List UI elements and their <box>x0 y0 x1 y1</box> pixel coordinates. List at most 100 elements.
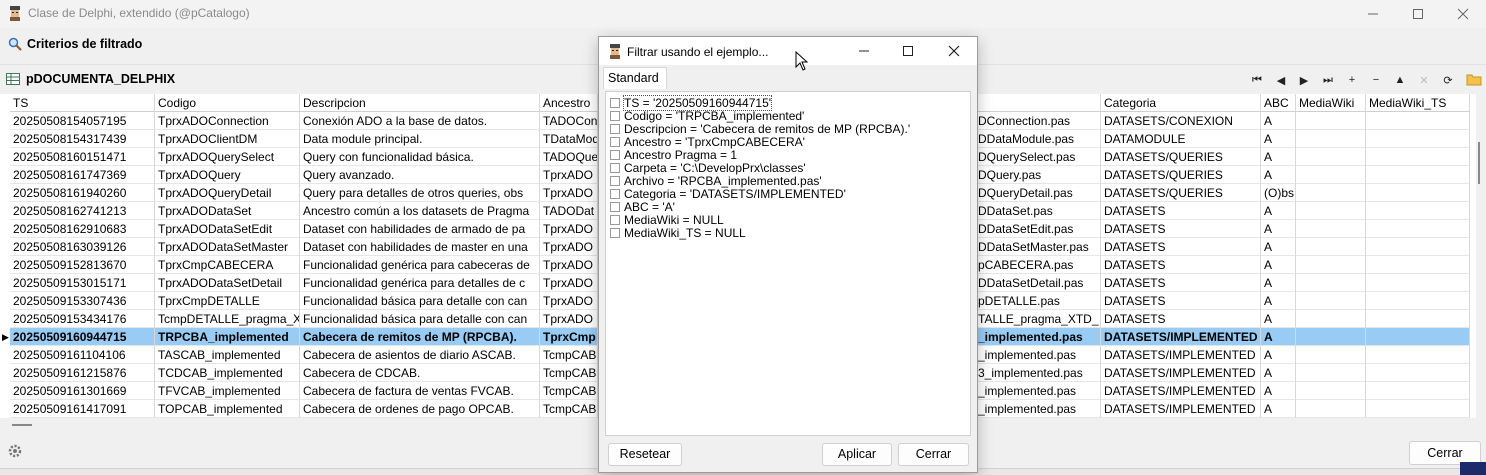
column-header[interactable]: Categoria <box>1101 94 1261 112</box>
table-cell[interactable] <box>1296 364 1366 382</box>
table-cell[interactable]: TprxCmpCABECERA <box>155 256 300 274</box>
condition-checkbox[interactable] <box>610 150 620 160</box>
table-cell[interactable]: A <box>1261 238 1296 256</box>
table-cell[interactable]: DATASETS/CONEXION <box>1101 112 1261 130</box>
dialog-cerrar-button[interactable]: Cerrar <box>898 443 969 466</box>
table-cell[interactable]: DATASETS <box>1101 238 1261 256</box>
table-cell[interactable]: TALLE_pragma_XTD_ <box>975 310 1101 328</box>
table-cell[interactable]: DATASETS/IMPLEMENTED <box>1101 364 1261 382</box>
table-cell[interactable]: DATASETS <box>1101 274 1261 292</box>
condition-checkbox[interactable] <box>610 137 620 147</box>
table-cell[interactable] <box>1296 148 1366 166</box>
table-cell[interactable]: _implemented.pas <box>975 346 1101 364</box>
dialog-close-button[interactable] <box>932 37 976 65</box>
table-cell[interactable]: TprxADOQueryDetail <box>155 184 300 202</box>
table-cell[interactable] <box>1296 328 1366 346</box>
table-cell[interactable]: A <box>1261 310 1296 328</box>
table-cell[interactable]: pDETALLE.pas <box>975 292 1101 310</box>
table-cell[interactable]: TADODat <box>540 202 598 220</box>
close-window-button[interactable] <box>1440 0 1486 28</box>
table-cell[interactable]: TprxADO <box>540 184 598 202</box>
table-cell[interactable]: 20250509153307436 <box>10 292 155 310</box>
table-cell[interactable]: TprxADO <box>540 238 598 256</box>
table-cell[interactable] <box>1366 130 1470 148</box>
column-header[interactable]: MediaWiki <box>1296 94 1366 112</box>
table-cell[interactable]: TprxCmpDETALLE <box>155 292 300 310</box>
table-cell[interactable] <box>1366 148 1470 166</box>
scroll-thumb[interactable] <box>1478 142 1480 184</box>
table-cell[interactable]: 20250509153434176 <box>10 310 155 328</box>
table-cell[interactable]: A <box>1261 130 1296 148</box>
table-cell[interactable]: TOPCAB_implemented <box>155 400 300 418</box>
table-cell[interactable]: Dataset con habilidades de master en una <box>300 238 540 256</box>
table-cell[interactable]: DATASETS <box>1101 202 1261 220</box>
table-cell[interactable]: Conexión ADO a la base de datos. <box>300 112 540 130</box>
condition-checkbox[interactable] <box>610 124 620 134</box>
table-cell[interactable]: Cabecera de remitos de MP (RPCBA). <box>300 328 540 346</box>
table-cell[interactable]: Funcionalidad genérica para cabeceras de <box>300 256 540 274</box>
table-cell[interactable]: 20250508161747369 <box>10 166 155 184</box>
table-cell[interactable] <box>1296 382 1366 400</box>
folder-icon[interactable] <box>1466 71 1482 87</box>
table-cell[interactable]: TFVCAB_implemented <box>155 382 300 400</box>
table-cell[interactable]: 20250509153015171 <box>10 274 155 292</box>
table-cell[interactable]: Funcionalidad básica para detalle con ca… <box>300 310 540 328</box>
table-cell[interactable]: A <box>1261 202 1296 220</box>
table-cell[interactable]: TprxADO <box>540 256 598 274</box>
next-record-button[interactable]: ▶ <box>1297 73 1311 87</box>
conditions-list[interactable]: TS = '20250509160944715' Codigo = 'TRPCBA… <box>605 91 971 436</box>
table-cell[interactable]: DATASETS/QUERIES <box>1101 184 1261 202</box>
table-cell[interactable]: A <box>1261 112 1296 130</box>
table-cell[interactable]: A <box>1261 256 1296 274</box>
table-cell[interactable]: 20250508163039126 <box>10 238 155 256</box>
table-cell[interactable]: TprxADODataSet <box>155 202 300 220</box>
table-cell[interactable]: TprxADOQuerySelect <box>155 148 300 166</box>
condition-checkbox[interactable] <box>610 111 620 121</box>
table-cell[interactable]: Cabecera de CDCAB. <box>300 364 540 382</box>
table-cell[interactable] <box>1296 256 1366 274</box>
table-cell[interactable]: Funcionalidad genérica para detalles de … <box>300 274 540 292</box>
table-cell[interactable]: Cabecera de ordenes de pago OPCAB. <box>300 400 540 418</box>
table-cell[interactable]: 20250509160944715 <box>10 328 155 346</box>
table-cell[interactable]: TRPCBA_implemented <box>155 328 300 346</box>
column-header[interactable] <box>975 94 1101 112</box>
dialog-maximize-button[interactable] <box>886 37 930 65</box>
table-cell[interactable] <box>1366 256 1470 274</box>
table-cell[interactable]: DATASETS/IMPLEMENTED <box>1101 346 1261 364</box>
table-cell[interactable]: TCDCAB_implemented <box>155 364 300 382</box>
refresh-button[interactable]: ⟳ <box>1441 73 1455 87</box>
table-cell[interactable]: DATASETS <box>1101 292 1261 310</box>
table-cell[interactable]: DDataSetDetail.pas <box>975 274 1101 292</box>
table-cell[interactable]: A <box>1261 400 1296 418</box>
table-cell[interactable]: Ancestro común a los datasets de Pragma <box>300 202 540 220</box>
table-cell[interactable]: 20250509161301669 <box>10 382 155 400</box>
table-cell[interactable] <box>1296 166 1366 184</box>
column-header[interactable]: MediaWiki_TS <box>1366 94 1470 112</box>
condition-checkbox[interactable] <box>610 163 620 173</box>
table-cell[interactable] <box>1366 292 1470 310</box>
insert-record-button[interactable]: + <box>1345 73 1359 87</box>
table-cell[interactable]: Query con funcionalidad básica. <box>300 148 540 166</box>
table-cell[interactable] <box>1296 274 1366 292</box>
table-cell[interactable]: A <box>1261 346 1296 364</box>
table-cell[interactable]: pCABECERA.pas <box>975 256 1101 274</box>
table-cell[interactable]: TcmpDETALLE_pragma_X <box>155 310 300 328</box>
table-cell[interactable]: DATASETS/QUERIES <box>1101 148 1261 166</box>
table-cell[interactable]: DATASETS <box>1101 256 1261 274</box>
filter-condition[interactable]: MediaWiki_TS = NULL <box>610 227 746 240</box>
table-cell[interactable]: Query avanzado. <box>300 166 540 184</box>
table-cell[interactable]: 20250509152813670 <box>10 256 155 274</box>
table-cell[interactable] <box>1366 184 1470 202</box>
edit-record-button[interactable]: ▲ <box>1393 73 1407 87</box>
table-cell[interactable]: A <box>1261 292 1296 310</box>
table-cell[interactable]: A <box>1261 364 1296 382</box>
table-cell[interactable]: _implemented.pas <box>975 400 1101 418</box>
table-cell[interactable] <box>1296 238 1366 256</box>
table-cell[interactable]: DATASETS/IMPLEMENTED <box>1101 382 1261 400</box>
table-cell[interactable]: DATASETS/IMPLEMENTED <box>1101 328 1261 346</box>
table-cell[interactable]: DQuerySelect.pas <box>975 148 1101 166</box>
table-cell[interactable]: TcmpCAB <box>540 364 598 382</box>
table-cell[interactable]: TprxADO <box>540 166 598 184</box>
table-cell[interactable] <box>1366 364 1470 382</box>
table-cell[interactable]: A <box>1261 274 1296 292</box>
